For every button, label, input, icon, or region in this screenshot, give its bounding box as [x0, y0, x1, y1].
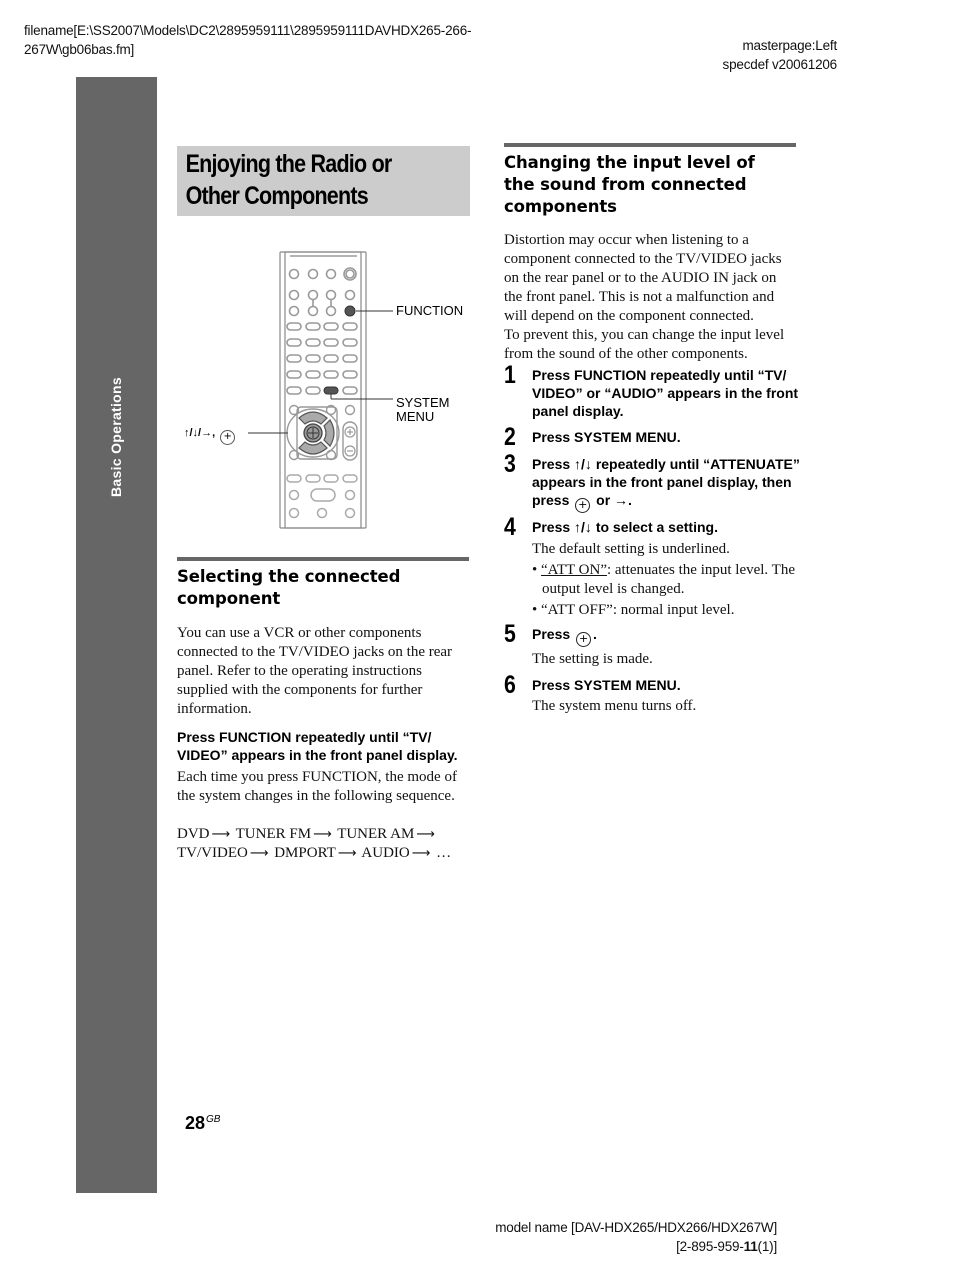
- option-desc: : normal input level.: [612, 602, 735, 618]
- option-att-on: • “ATT ON”: attenuates the input level. …: [532, 562, 795, 597]
- model-name: model name [DAV-HDX265/HDX266/HDX267W]: [495, 1220, 777, 1235]
- sequence-item: DVD: [177, 826, 210, 842]
- step-text: Press +.: [532, 625, 804, 647]
- step-text: Press SYSTEM MENU.: [532, 429, 681, 445]
- page-language-suffix: GB: [206, 1114, 221, 1125]
- step-1: 1 Press FUNCTION repeatedly until “TV/ V…: [504, 361, 804, 420]
- filename-line-1: filename[E:\SS2007\Models\DC2\2895959111…: [24, 23, 472, 38]
- sequence-item: TUNER AM: [337, 826, 415, 842]
- page-number: 28GB: [185, 1113, 220, 1134]
- step-number: 3: [504, 450, 516, 478]
- right-heading-line-2: the sound from connected: [504, 175, 747, 194]
- step-4: 4 Press ↑/↓ to select a setting. The def…: [504, 513, 804, 620]
- step-text-part: or →.: [596, 492, 632, 508]
- remote-outline: [279, 251, 367, 529]
- option-name: “ATT ON”: [541, 562, 607, 578]
- arrows-callout-text: ↑/↓/→,: [184, 427, 216, 439]
- sequence-item: TV/VIDEO: [177, 845, 248, 861]
- sequence-arrow-icon: ⟶: [249, 846, 269, 861]
- document-code: [2-895-959-11(1)]: [495, 1237, 777, 1256]
- step-number: 5: [504, 620, 516, 648]
- function-sequence: DVD ⟶ TUNER FM ⟶ TUNER AM ⟶ TV/VIDEO ⟶ DMPOR…: [177, 825, 462, 863]
- masterpage-header: masterpage:Left specdef v20061206: [722, 36, 838, 74]
- system-menu-callout-line-1: SYSTEM: [396, 395, 450, 410]
- right-heading-line-1: Changing the input level of: [504, 153, 755, 172]
- function-button-highlight: [344, 305, 356, 317]
- step-note: The system menu turns off.: [532, 698, 697, 714]
- sequence-item: …: [436, 845, 452, 861]
- left-intro: You can use a VCR or other components co…: [177, 625, 453, 717]
- enter-icon: +: [220, 430, 236, 445]
- left-section: Selecting the connected component You ca…: [177, 557, 469, 863]
- step-number: 4: [504, 513, 516, 541]
- step-2: 2 Press SYSTEM MENU.: [504, 423, 804, 451]
- page-title-box: Enjoying the Radio or Other Components: [177, 146, 470, 216]
- chapter-sidebar: Basic Operations: [76, 77, 157, 1193]
- sequence-arrow-icon: ⟶: [416, 827, 435, 842]
- left-heading-line-2: component: [177, 589, 281, 608]
- section-rule: [504, 143, 796, 147]
- step-text: Press ↑/↓ to select a setting.: [532, 519, 718, 535]
- left-heading-line-1: Selecting the connected: [177, 567, 401, 586]
- enter-icon: +: [575, 498, 591, 513]
- step-number: 6: [504, 671, 516, 699]
- step-text: Press SYSTEM MENU.: [532, 677, 681, 693]
- function-callout-label: FUNCTION: [396, 303, 464, 318]
- step-text-part: .: [593, 626, 597, 642]
- remote-control-drawing: [248, 251, 393, 529]
- chapter-label: Basic Operations: [108, 377, 124, 497]
- page-title-line-1: Enjoying the Radio or: [185, 150, 393, 178]
- page-number-value: 28: [185, 1113, 206, 1133]
- section-rule: [177, 557, 469, 561]
- step-text: Press ↑/↓ repeatedly until “ATTENUATE” a…: [532, 455, 804, 513]
- step-number: 1: [504, 361, 516, 389]
- system-menu-callout-line-2: MENU: [396, 409, 435, 424]
- specdef-label: specdef v20061206: [722, 57, 838, 72]
- step-3: 3 Press ↑/↓ repeatedly until “ATTENUATE”…: [504, 450, 804, 513]
- page-title-line-2: Other Components: [185, 182, 369, 210]
- step-5: 5 Press +. The setting is made.: [504, 620, 804, 669]
- right-intro-2: To prevent this, you can change the inpu…: [504, 327, 785, 362]
- left-section-heading: Selecting the connected component: [177, 566, 469, 610]
- system-menu-button-highlight: [323, 386, 339, 395]
- right-section-heading: Changing the input level of the sound fr…: [504, 152, 796, 218]
- step-note: The default setting is underlined.: [532, 541, 730, 557]
- remote-inner-outline: [284, 251, 362, 529]
- masterpage-label: masterpage:Left: [742, 38, 837, 53]
- model-footer: model name [DAV-HDX265/HDX266/HDX267W] […: [495, 1218, 777, 1256]
- sequence-arrow-icon: ⟶: [337, 846, 357, 861]
- step-note: The setting is made.: [532, 651, 653, 667]
- step-text-part: Press: [532, 626, 571, 642]
- left-instruction: Press FUNCTION repeatedly until “TV/ VID…: [177, 729, 458, 763]
- filename-line-2: 267W\gb06bas.fm]: [24, 42, 135, 57]
- right-intro-1: Distortion may occur when listening to a…: [504, 232, 782, 324]
- right-heading-line-3: components: [504, 197, 617, 216]
- step-text: Press FUNCTION repeatedly until “TV/ VID…: [532, 367, 799, 419]
- sequence-item: AUDIO: [361, 845, 410, 861]
- arrows-callout-label: ↑/↓/→, +: [184, 426, 237, 445]
- code-suffix: (1)]: [757, 1239, 778, 1254]
- option-name: “ATT OFF”: [541, 602, 613, 618]
- system-menu-callout-label: SYSTEM MENU: [396, 396, 449, 424]
- sequence-arrow-icon: ⟶: [211, 827, 231, 842]
- option-att-off: • “ATT OFF”: normal input level.: [532, 602, 735, 618]
- code-prefix: [2-895-959-: [676, 1239, 744, 1254]
- sequence-item: TUNER FM: [235, 826, 312, 842]
- right-section: Changing the input level of the sound fr…: [504, 143, 796, 364]
- left-explanation: Each time you press FUNCTION, the mode o…: [177, 769, 457, 804]
- sequence-arrow-icon: ⟶: [411, 846, 431, 861]
- step-text-part: Press ↑/↓ repeatedly until “ATTENUATE” a…: [532, 456, 800, 508]
- remote-illustration: FUNCTION SYSTEM MENU ↑/↓/→, +: [175, 250, 475, 530]
- steps-list: 1 Press FUNCTION repeatedly until “TV/ V…: [504, 361, 804, 724]
- code-revision: 11: [743, 1239, 758, 1254]
- step-6: 6 Press SYSTEM MENU. The system menu tur…: [504, 671, 804, 716]
- sequence-item: DMPORT: [274, 845, 336, 861]
- step-number: 2: [504, 423, 516, 451]
- filename-header: filename[E:\SS2007\Models\DC2\2895959111…: [24, 21, 472, 59]
- page-title: Enjoying the Radio or Other Components: [177, 146, 487, 214]
- sequence-arrow-icon: ⟶: [313, 827, 332, 842]
- enter-icon: +: [576, 632, 592, 647]
